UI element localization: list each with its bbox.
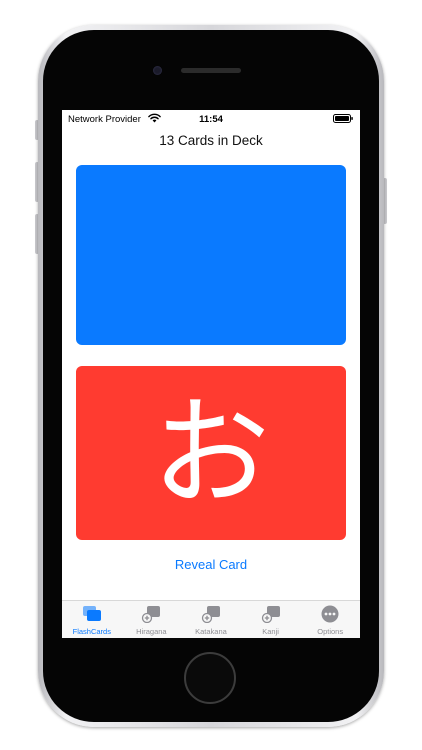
- earpiece-speaker: [181, 68, 241, 73]
- tab-katakana[interactable]: Katakana: [181, 601, 241, 638]
- flashcards-icon: [82, 606, 101, 621]
- flashcard-front[interactable]: [76, 165, 346, 345]
- battery-icon: [333, 114, 353, 123]
- add-card-icon: [201, 606, 220, 623]
- add-card-icon: [142, 606, 161, 623]
- home-button[interactable]: [184, 652, 236, 704]
- clock-time: 11:54: [199, 114, 223, 125]
- more-icon: [321, 605, 339, 623]
- status-bar: Network Provider 11:54: [62, 110, 360, 128]
- flashcard-back[interactable]: お: [76, 366, 346, 540]
- tab-options[interactable]: Options: [300, 601, 360, 638]
- tab-label: Katakana: [195, 627, 227, 636]
- kana-glyph: お: [151, 384, 270, 522]
- tab-label: Hiragana: [136, 627, 167, 636]
- tab-label: Options: [317, 627, 344, 636]
- reveal-card-button[interactable]: Reveal Card: [62, 557, 360, 572]
- tab-bar: FlashCards Hiragana Katakana Kanji Optio…: [62, 600, 360, 638]
- add-card-icon: [261, 606, 280, 623]
- tab-label: FlashCards: [72, 627, 111, 636]
- front-camera-icon: [153, 66, 162, 75]
- device-frame: Network Provider 11:54 13 Cards in Deck …: [0, 0, 422, 750]
- tab-flashcards[interactable]: FlashCards: [62, 601, 122, 638]
- tab-kanji[interactable]: Kanji: [241, 601, 301, 638]
- deck-count-title: 13 Cards in Deck: [159, 133, 263, 148]
- tab-label: Kanji: [262, 627, 279, 636]
- tab-hiragana[interactable]: Hiragana: [122, 601, 182, 638]
- app-screen: Network Provider 11:54 13 Cards in Deck …: [62, 110, 360, 638]
